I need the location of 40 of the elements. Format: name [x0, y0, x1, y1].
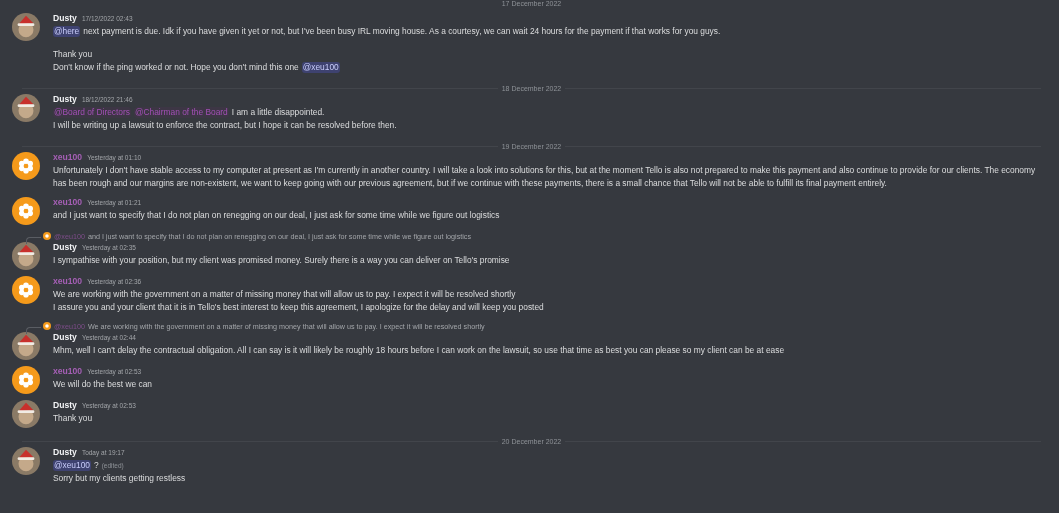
message-text: Thank you	[53, 47, 93, 61]
message-text: Mhm, well I can't delay the contractual obligation. All I can say is it will likely be roughly 18 hours before I can work on the lawsuit, so use that time as best you can please so my client can be at ease	[53, 343, 785, 357]
author-name[interactable]: xeu100	[53, 365, 83, 376]
author-name[interactable]: xeu100	[53, 275, 83, 286]
avatar[interactable]	[12, 93, 40, 122]
user-mention[interactable]: @here	[53, 26, 81, 37]
message-text: I sympathise with your position, but my client was promised money. Surely there is a way you can deliver on Tello's promise	[53, 253, 510, 267]
message-text: Thank you	[53, 411, 93, 425]
author-name[interactable]: Dusty	[53, 331, 77, 342]
user-mention[interactable]: @xeu100	[53, 459, 91, 471]
flower-avatar[interactable]	[12, 196, 40, 225]
message-text: Unfortunately I don't have stable access to my computer at present as I'm currently in another country. I will take a look into solutions for this, but at the moment Tello is also not prepared to make this payment and also continue to provide for our clients. The economy has been rough and our margins are non-existent, we want to keep going with our previous agreement, but if we continue with these payments, there is a small chance that Tello will not be able to fulfill its final payment entirely.	[53, 163, 1037, 190]
avatar[interactable]	[12, 399, 40, 428]
author-name[interactable]: Dusty	[53, 93, 77, 104]
flower-avatar-icon	[43, 322, 51, 330]
message-text: Don't know if the ping worked or not. Hope you don't mind this one	[53, 61, 299, 74]
message-text: ?	[94, 458, 99, 472]
avatar[interactable]	[12, 331, 40, 360]
message-text: I am a little disappointed.	[231, 105, 325, 119]
author-name[interactable]: Dusty	[53, 446, 77, 457]
message-text: We are working with the government on a matter of missing money that will allow us to pay. I expect it will be resolved shortly	[53, 287, 516, 301]
avatar[interactable]	[12, 241, 40, 270]
message-text: next payment is due. Idk if you have given it yet or not, but I've been busy IRL moving house. As a courtesy, we can wait 24 hours for the payment if that works for you guys.	[83, 25, 721, 38]
message-text: We will do the best we can	[53, 377, 152, 391]
flower-avatar[interactable]	[12, 365, 40, 394]
author-name[interactable]: Dusty	[53, 399, 77, 410]
avatar[interactable]	[12, 446, 40, 475]
message-text: I will be writing up a lawsuit to enforce the contract, but I hope it can be resolved before then.	[53, 119, 397, 132]
flower-avatar-icon	[43, 232, 51, 240]
author-name[interactable]: xeu100	[53, 151, 83, 162]
message-text: Sorry but my clients getting restless	[53, 472, 186, 485]
flower-avatar[interactable]	[12, 275, 40, 304]
message-text: I assure you and your client that it is in Tello's best interest to keep this agreement, I apologize for the delay and will keep you posted	[53, 301, 544, 314]
flower-avatar[interactable]	[12, 151, 40, 180]
message-text: and I just want to specify that I do not plan on renegging on our deal, I just ask for some time while we figure out logistics	[53, 208, 500, 222]
author-name[interactable]: Dusty	[53, 13, 77, 23]
user-mention[interactable]: @xeu100	[301, 62, 340, 73]
author-name[interactable]: Dusty	[53, 241, 77, 252]
avatar[interactable]	[12, 13, 40, 41]
author-name[interactable]: xeu100	[53, 196, 83, 207]
